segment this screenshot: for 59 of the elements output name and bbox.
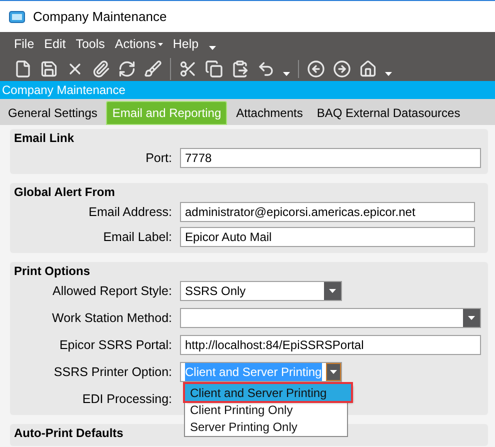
undo-icon[interactable] bbox=[257, 60, 275, 78]
group-title: Print Options bbox=[14, 264, 90, 278]
home-icon[interactable] bbox=[359, 60, 377, 78]
tab[interactable]: Attachments bbox=[231, 101, 308, 125]
field-value: 7778 bbox=[185, 150, 212, 167]
copy-icon[interactable] bbox=[205, 60, 223, 78]
field-value: Epicor Auto Mail bbox=[185, 229, 272, 246]
form-title: Company Maintenance bbox=[2, 82, 126, 99]
overflow-caret-icon bbox=[208, 46, 216, 50]
text-field[interactable]: administrator@epicorsi.americas.epicor.net bbox=[180, 202, 475, 222]
caret-icon bbox=[329, 289, 336, 293]
combo-value: SSRS Only bbox=[185, 283, 246, 300]
field-value: http://localhost:84/EpiSSRSPortal bbox=[185, 337, 364, 354]
menu-item[interactable]: Tools bbox=[76, 34, 105, 54]
field-label: Port: bbox=[144, 150, 172, 167]
paperclip-icon[interactable] bbox=[92, 60, 110, 78]
dropdown-button[interactable] bbox=[324, 282, 341, 300]
field-label: Epicor SSRS Portal: bbox=[58, 336, 172, 354]
dropdown-option[interactable]: Server Printing Only bbox=[185, 418, 347, 435]
combo-box[interactable] bbox=[180, 308, 481, 328]
tab[interactable]: BAQ External Datasources bbox=[312, 101, 466, 125]
menu-item[interactable]: Actions bbox=[114, 34, 163, 54]
save-icon[interactable] bbox=[40, 60, 58, 78]
group-title: Auto-Print Defaults bbox=[14, 426, 124, 440]
field-label: Work Station Method: bbox=[51, 310, 172, 327]
caret-icon bbox=[468, 316, 475, 320]
text-field[interactable]: http://localhost:84/EpiSSRSPortal bbox=[180, 335, 481, 355]
app-icon bbox=[9, 10, 25, 22]
field-value: administrator@epicorsi.americas.epicor.net bbox=[185, 204, 416, 221]
refresh-icon[interactable] bbox=[118, 60, 136, 78]
text-field[interactable]: 7778 bbox=[180, 148, 481, 168]
forward-icon[interactable] bbox=[333, 60, 351, 78]
field-label: SSRS Printer Option: bbox=[52, 364, 172, 381]
overflow-caret-icon bbox=[283, 72, 290, 76]
group-title: Global Alert From bbox=[14, 185, 115, 199]
field-label: EDI Processing: bbox=[81, 390, 172, 408]
field-label: Email Address: bbox=[88, 204, 172, 221]
menu-item[interactable]: Edit bbox=[44, 34, 66, 54]
text-field[interactable]: Epicor Auto Mail bbox=[180, 227, 475, 247]
new-file-icon[interactable] bbox=[14, 60, 32, 78]
dropdown-button[interactable] bbox=[326, 363, 341, 381]
window-title: Company Maintenance bbox=[33, 8, 167, 26]
back-icon[interactable] bbox=[307, 60, 325, 78]
field-label: Email Label: bbox=[102, 228, 172, 246]
menu-item[interactable]: Help bbox=[172, 34, 199, 54]
scissors-icon[interactable] bbox=[179, 60, 197, 78]
combo-value: Client and Server Printing bbox=[185, 363, 322, 381]
overflow-caret-icon bbox=[385, 72, 392, 76]
dropdown-option[interactable]: Client and Server Printing bbox=[185, 384, 351, 401]
caret-icon bbox=[330, 370, 337, 374]
dropdown-option[interactable]: Client Printing Only bbox=[185, 401, 347, 418]
group-title: Email Link bbox=[14, 131, 74, 145]
menu-item[interactable]: File bbox=[14, 34, 34, 54]
brush-icon[interactable] bbox=[144, 60, 162, 78]
tab[interactable]: General Settings bbox=[3, 101, 102, 125]
field-label: Allowed Report Style: bbox=[51, 282, 172, 300]
combo-box[interactable]: SSRS Only bbox=[180, 281, 342, 301]
dropdown-button[interactable] bbox=[463, 309, 480, 327]
paste-icon[interactable] bbox=[231, 60, 249, 78]
